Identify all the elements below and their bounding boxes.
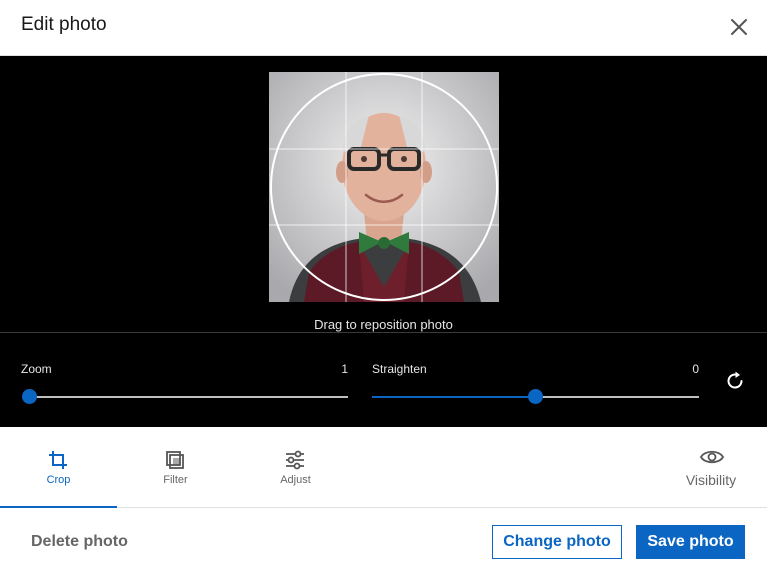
save-photo-button[interactable]: Save photo [636,525,745,559]
delete-photo-button[interactable]: Delete photo [18,525,141,559]
straighten-slider-thumb[interactable] [528,389,543,404]
reset-rotation-button[interactable] [723,369,747,393]
zoom-slider-track[interactable] [29,396,348,398]
tab-adjust-label: Adjust [280,474,311,486]
close-icon [731,19,747,35]
dialog-header: Edit photo [0,0,767,56]
eye-icon [699,450,725,464]
tab-adjust[interactable]: Adjust [237,427,354,507]
photo-editor: Drag to reposition photo Zoom 1 Straight… [0,56,767,427]
dialog-title: Edit photo [21,14,107,35]
profile-photo [269,72,499,302]
tab-filter[interactable]: Filter [117,427,234,507]
edit-tabs: Crop Filter Adjust Visibility [0,427,767,508]
tab-crop[interactable]: Crop [0,427,117,508]
zoom-label: Zoom [21,362,52,376]
crop-icon [49,451,67,469]
rotate-reset-icon [727,371,743,389]
drag-hint: Drag to reposition photo [314,317,453,332]
straighten-value: 0 [692,362,699,376]
adjust-sliders-icon [286,450,304,470]
visibility-button[interactable]: Visibility [670,427,752,507]
zoom-slider-thumb[interactable] [21,389,37,404]
close-button[interactable] [724,12,754,42]
change-photo-button[interactable]: Change photo [492,525,622,559]
tab-crop-label: Crop [46,474,71,486]
straighten-label: Straighten [372,362,427,376]
zoom-value: 1 [341,362,348,376]
editor-divider [0,332,767,333]
filter-icon [166,451,184,469]
tab-filter-label: Filter [163,474,188,486]
photo-crop-area[interactable] [269,72,499,302]
visibility-label: Visibility [685,472,737,488]
dialog-footer: Delete photo Change photo Save photo [0,508,767,573]
straighten-slider-fill [372,396,536,398]
